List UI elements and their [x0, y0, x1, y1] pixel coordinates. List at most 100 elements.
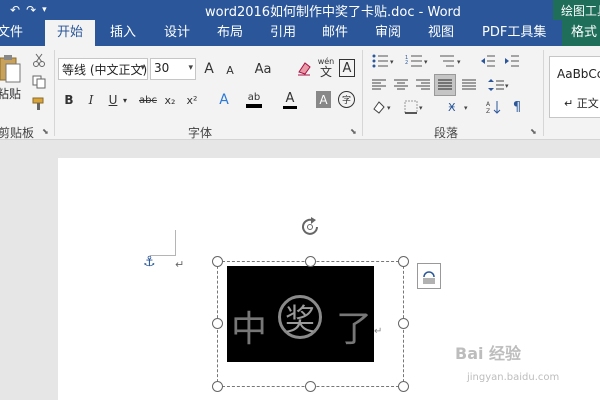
tab-design[interactable]: 设计: [164, 20, 190, 46]
show-marks-icon[interactable]: ¶: [508, 98, 526, 116]
shading-icon[interactable]: ▾: [370, 98, 396, 116]
style-normal-preview: AaBbCcDc: [557, 67, 600, 81]
grow-font-button[interactable]: A: [200, 60, 218, 78]
text-jiang: 奖: [278, 295, 322, 339]
paragraph-launcher-icon[interactable]: ⬊: [530, 127, 537, 136]
tab-file[interactable]: 文件: [0, 20, 23, 46]
increase-indent-icon[interactable]: [502, 52, 522, 70]
font-size-combo[interactable]: 30 ▾: [150, 58, 196, 80]
resize-handle[interactable]: [398, 318, 409, 329]
svg-text:A: A: [486, 101, 491, 108]
svg-text:Z: Z: [486, 108, 490, 114]
dropdown-icon[interactable]: ▾: [42, 5, 47, 15]
align-left-icon[interactable]: [370, 76, 388, 94]
divider: [543, 50, 544, 136]
decrease-indent-icon[interactable]: [478, 52, 498, 70]
drawing-tools-label: 绘图工具: [553, 0, 600, 20]
font-launcher-icon[interactable]: ⬊: [350, 127, 357, 136]
font-color-text: A: [285, 90, 295, 106]
phonetic-guide-button[interactable]: wén 文: [316, 56, 336, 80]
font-name-combo[interactable]: 等线 (中文正文) ▾: [58, 58, 148, 80]
format-painter-icon[interactable]: [30, 96, 48, 112]
tab-layout[interactable]: 布局: [217, 20, 243, 46]
borders-icon[interactable]: ▾: [402, 98, 428, 116]
svg-text:2: 2: [405, 60, 408, 66]
copy-icon[interactable]: [30, 74, 48, 90]
numbering-icon[interactable]: 1 2 ▾: [402, 52, 432, 70]
tab-format[interactable]: 格式: [562, 20, 600, 46]
text-zhong: 中: [231, 309, 268, 350]
tab-references[interactable]: 引用: [270, 20, 296, 46]
styles-gallery[interactable]: AaBbCcDc ↵ 正文: [549, 56, 600, 118]
chevron-down-icon[interactable]: ▾: [121, 93, 129, 107]
clear-formatting-icon[interactable]: [294, 58, 314, 78]
chevron-down-icon: ▾: [188, 63, 193, 73]
redo-icon[interactable]: ↷: [26, 3, 36, 17]
line-spacing-icon[interactable]: ▾: [486, 76, 512, 94]
underline-button[interactable]: U: [106, 92, 120, 108]
baidu-watermark: Bai 经验: [455, 344, 522, 363]
margin-corner-mark: [150, 230, 176, 256]
ribbon: 粘贴 剪贴板 ⬊ 等线 (中文正文) ▾ 30 ▾ A A Aa wén 文 A…: [0, 46, 600, 140]
tab-mailings[interactable]: 邮件: [322, 20, 348, 46]
paragraph-mark: ↵: [175, 258, 185, 271]
baidu-watermark-url: jingyan.baidu.com: [467, 372, 560, 383]
divider: [54, 50, 55, 136]
tab-review[interactable]: 审阅: [375, 20, 401, 46]
paste-icon[interactable]: [0, 52, 22, 86]
title-bar: ↶ ↷ ▾ word2016如何制作中奖了卡贴.doc - Word 绘图工具: [0, 0, 600, 20]
svg-text:▾: ▾: [464, 104, 468, 112]
resize-handle[interactable]: [212, 318, 223, 329]
font-color-button[interactable]: A: [282, 90, 298, 110]
undo-icon[interactable]: ↶: [10, 3, 20, 17]
chinese-layout-icon[interactable]: Ӿ ▾: [446, 98, 474, 116]
align-center-icon[interactable]: [392, 76, 410, 94]
text-le: 了: [336, 309, 373, 350]
group-label-clipboard: 剪贴板: [0, 126, 35, 140]
resize-handle[interactable]: [305, 256, 316, 267]
svg-text:▾: ▾: [387, 104, 391, 112]
scissors-icon[interactable]: [30, 52, 48, 68]
subscript-button[interactable]: x₂: [162, 92, 178, 108]
quick-access-toolbar: ↶ ↷ ▾: [10, 0, 47, 20]
font-name-value: 等线 (中文正文): [62, 63, 148, 77]
distributed-icon[interactable]: [460, 76, 478, 94]
justify-icon[interactable]: [434, 74, 456, 96]
multilevel-list-icon[interactable]: ▾: [436, 52, 466, 70]
resize-handle[interactable]: [305, 381, 316, 392]
paragraph-mark: ↵: [374, 326, 383, 337]
italic-button[interactable]: I: [84, 92, 98, 108]
superscript-button[interactable]: x²: [184, 92, 200, 108]
highlight-button[interactable]: ab: [244, 90, 264, 110]
resize-handle[interactable]: [398, 381, 409, 392]
strikethrough-button[interactable]: abc: [138, 92, 158, 108]
svg-text:▾: ▾: [505, 82, 509, 90]
chevron-down-icon: ▾: [140, 63, 145, 73]
resize-handle[interactable]: [398, 256, 409, 267]
layout-options-icon[interactable]: [417, 263, 441, 289]
align-right-icon[interactable]: [414, 76, 432, 94]
paste-button[interactable]: 粘贴: [0, 86, 22, 101]
pinyin-char: 文: [319, 65, 332, 79]
sort-icon[interactable]: AZ: [484, 98, 504, 116]
font-size-value: 30: [154, 61, 170, 75]
tab-home[interactable]: 开始: [45, 20, 96, 46]
tab-view[interactable]: 视图: [428, 20, 454, 46]
change-case-button[interactable]: Aa: [250, 60, 276, 78]
tab-insert[interactable]: 插入: [110, 20, 136, 46]
bold-button[interactable]: B: [62, 92, 76, 108]
enclose-characters-button[interactable]: 字: [338, 91, 355, 108]
character-border-button[interactable]: A: [339, 59, 355, 77]
resize-handle[interactable]: [212, 381, 223, 392]
character-shading-button[interactable]: A: [316, 91, 331, 108]
group-label-paragraph: 段落: [434, 126, 459, 140]
rotate-handle-icon[interactable]: [299, 216, 323, 238]
text-effects-button[interactable]: A: [216, 91, 232, 109]
resize-handle[interactable]: [212, 256, 223, 267]
tab-pdf-tools[interactable]: PDF工具集: [482, 20, 546, 46]
shrink-font-button[interactable]: A: [222, 62, 238, 78]
clipboard-launcher-icon[interactable]: ⬊: [42, 127, 49, 136]
bullets-icon[interactable]: ▾: [368, 52, 398, 70]
svg-text:▾: ▾: [424, 58, 428, 66]
window-title: word2016如何制作中奖了卡贴.doc - Word: [205, 5, 461, 20]
